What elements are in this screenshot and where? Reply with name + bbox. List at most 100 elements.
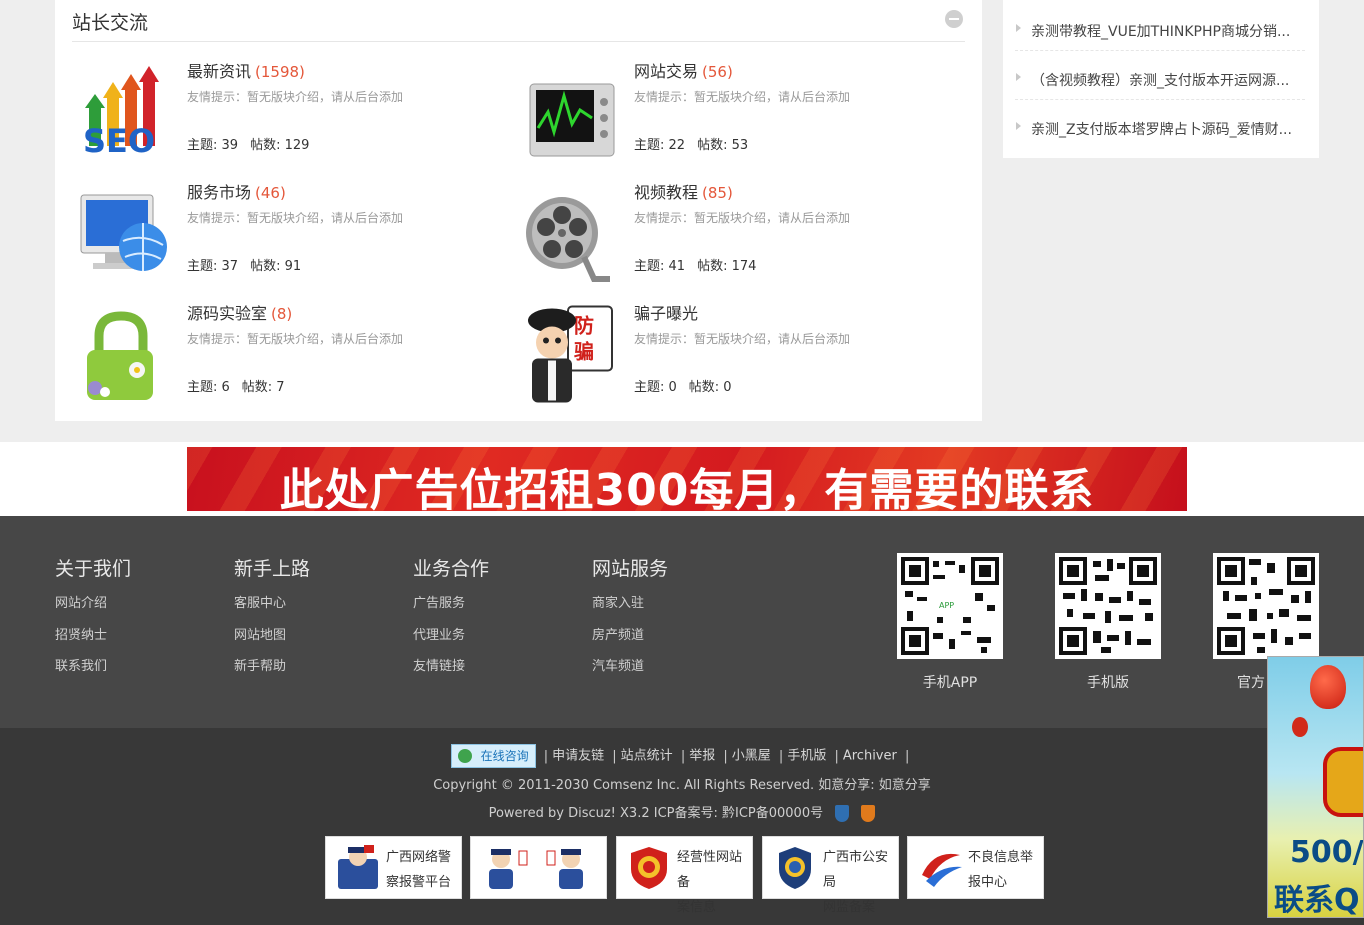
padlock-icon[interactable] [75,308,170,408]
float-ad-contact: 联系Q [1274,883,1360,918]
board-item[interactable]: 服务市场 (46) 友情提示：暂无版块介绍，请从后台添加 主题: 37 帖数: 91 [55,179,502,300]
business-seal-icon [631,847,667,889]
footer-column-title: 网站服务 [592,558,669,580]
board-stats: 主题: 39 帖数: 129 [187,138,310,153]
footer-nav-links: 在线咨询 | 申请友链 | 站点统计 | 举报 | 小黑屋 | 手机版 | Archiver… [0,744,1364,770]
gov-badge[interactable]: 广西市公安局 网监备案 [762,836,899,915]
footer-column-title: 新手上路 [234,558,311,580]
footer-link[interactable]: 站点统计 [621,749,673,764]
list-item[interactable]: 亲测_Z支付版本塔罗牌占卜源码_爱情财... [1015,100,1305,149]
gov-badge[interactable]: 广西网络警 察报警平台 [325,836,462,899]
board-name[interactable]: 服务市场 (46) [187,179,286,203]
svg-text:SEO: SEO [83,122,155,160]
qr-code-app: APP [897,553,1003,659]
board-name[interactable]: 网站交易 (56) [634,58,733,82]
badge-text: 广西市公安局 网监备案 [823,850,889,915]
board-name[interactable]: 骗子曝光 [634,300,702,324]
footer-link[interactable]: 汽车频道 [592,651,742,683]
monitor-chart-icon[interactable] [522,66,617,166]
footer-column-services: 网站服务 商家入驻 房产频道 汽车频道 [592,554,742,683]
collapse-icon[interactable] [945,10,963,28]
footer-link[interactable]: 联系我们 [55,651,205,683]
board-description: 友情提示：暂无版块介绍，请从后台添加 [634,90,851,104]
ad-banner[interactable]: 此处广告位招租300每月，有需要的联系 [187,447,1187,511]
qr-caption: 手机APP [922,675,978,691]
film-reel-icon[interactable] [522,187,617,287]
board-stats: 主题: 6 帖数: 7 [187,380,285,395]
footer-link[interactable]: 网站地图 [234,620,384,652]
board-name[interactable]: 视频教程 (85) [634,179,733,203]
police-anti-fraud-icon[interactable]: 防 骗 [522,300,617,405]
board-item[interactable]: 视频教程 (85) 友情提示：暂无版块介绍，请从后台添加 主题: 41 帖数: 17… [502,179,949,300]
svg-text:APP: APP [939,601,954,610]
footer-link[interactable]: Archiver [843,749,897,764]
list-item-title[interactable]: （含视频教程）亲测_支付版本开运网源... [1031,70,1305,90]
bullet-arrow-icon [1016,24,1021,32]
footer-link[interactable]: 小黑屋 [732,749,771,764]
footer-link[interactable]: 申请友链 [552,749,604,764]
qr-code-official [1213,553,1319,659]
forum-section: 站长交流 SEO 最新资讯 (1598) 友情提示：暂无版块介绍，请从后台添加 主… [55,0,982,421]
board-stats: 主题: 41 帖数: 174 [634,259,757,274]
board-item[interactable]: 防 骗 骗子曝光 友情提示：暂无版块介绍，请从后台添加 主题: 0 帖数: 0 [502,300,949,421]
powered-by-line: Powered by Discuz! X3.2 ICP备案号: 黔ICP备000… [0,802,1364,822]
svg-text:骗: 骗 [574,340,594,364]
footer-link[interactable]: 房产频道 [592,620,742,652]
powered-by-text: Powered by Discuz! X3.2 ICP备案号: 黔ICP备000… [488,806,824,821]
board-name[interactable]: 最新资讯 (1598) [187,58,305,82]
gov-badge[interactable]: 不良信息举 报中心 [907,836,1044,899]
bullet-arrow-icon [1016,122,1021,130]
security-shield-icon[interactable] [835,805,850,822]
footer-column-newbie: 新手上路 客服中心 网站地图 新手帮助 [234,554,384,683]
report-center-icon [922,853,962,887]
footer-link[interactable]: 客服中心 [234,588,384,620]
trust-shield-icon[interactable] [861,805,876,822]
board-description: 友情提示：暂无版块介绍，请从后台添加 [634,332,851,346]
footer-link[interactable]: 新手帮助 [234,651,384,683]
seo-arrows-icon[interactable]: SEO [75,66,170,166]
gold-ornament-icon [1323,747,1363,817]
qr-caption: 手机版 [1087,675,1129,691]
forum-title: 站长交流 [72,12,149,34]
board-item[interactable]: 网站交易 (56) 友情提示：暂无版块介绍，请从后台添加 主题: 22 帖数: 53 [502,58,949,179]
gov-badge[interactable]: 经营性网站备 案信息 [616,836,753,915]
badge-text: 不良信息举 报中心 [968,850,1034,890]
footer-link[interactable]: 手机版 [787,749,826,764]
list-item-title[interactable]: 亲测带教程_VUE加THINKPHP商城分销... [1031,21,1305,41]
gov-badge[interactable] [470,836,607,899]
board-stats: 主题: 0 帖数: 0 [634,380,732,395]
floating-ad[interactable]: 500/ 联系Q [1267,656,1364,918]
footer-link[interactable]: 招贤纳士 [55,620,205,652]
board-item[interactable]: 源码实验室 (8) 友情提示：暂无版块介绍，请从后台添加 主题: 6 帖数: 7 [55,300,502,421]
copyright-text: Copyright © 2011-2030 Comsenz Inc. All R… [433,778,931,793]
computer-globe-icon[interactable] [75,187,170,287]
online-consult-button[interactable]: 在线咨询 [450,744,536,768]
footer-links-area: 关于我们 网站介绍 招贤纳士 联系我们 新手上路 客服中心 网站地图 新手帮助 … [0,516,1364,728]
board-item[interactable]: SEO 最新资讯 (1598) 友情提示：暂无版块介绍，请从后台添加 主题: 39… [55,58,502,179]
footer-column-business: 业务合作 广告服务 代理业务 友情链接 [413,554,563,683]
footer-link[interactable]: 代理业务 [413,620,563,652]
float-ad-price: 500/ [1290,835,1364,870]
footer-link[interactable]: 举报 [689,749,715,764]
board-name[interactable]: 源码实验室 (8) [187,300,292,324]
footer-link[interactable]: 广告服务 [413,588,563,620]
board-description: 友情提示：暂无版块介绍，请从后台添加 [634,211,851,225]
footer-link[interactable]: 网站介绍 [55,588,205,620]
bullet-arrow-icon [1016,73,1021,81]
board-stats: 主题: 37 帖数: 91 [187,259,302,274]
footer-link[interactable]: 友情链接 [413,651,563,683]
qr-code-mobile [1055,553,1161,659]
balloon-icon [1310,665,1346,709]
footer-link[interactable]: 商家入驻 [592,588,742,620]
list-item[interactable]: 亲测带教程_VUE加THINKPHP商城分销... [1015,2,1305,51]
list-item[interactable]: （含视频教程）亲测_支付版本开运网源... [1015,51,1305,100]
footer-copyright-area: 在线咨询 | 申请友链 | 站点统计 | 举报 | 小黑屋 | 手机版 | Archiver… [0,728,1364,925]
badge-text: 经营性网站备 案信息 [677,850,743,915]
police-alert-icon [338,845,378,889]
board-description: 友情提示：暂无版块介绍，请从后台添加 [187,211,404,225]
board-stats: 主题: 22 帖数: 53 [634,138,749,153]
list-item-title[interactable]: 亲测_Z支付版本塔罗牌占卜源码_爱情财... [1031,119,1305,139]
footer-column-title: 业务合作 [413,558,490,580]
footer-column-about: 关于我们 网站介绍 招贤纳士 联系我们 [55,554,205,683]
cyber-police-icon [489,849,583,889]
